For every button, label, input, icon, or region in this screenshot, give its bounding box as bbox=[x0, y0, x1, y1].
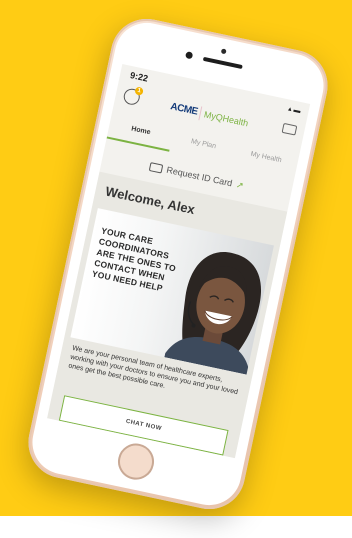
sensor-icon bbox=[184, 51, 194, 60]
notification-badge: 1 bbox=[134, 86, 144, 96]
status-time: 9:22 bbox=[129, 70, 149, 84]
hero-text: YOUR CARE COORDINATORS ARE THE ONES TO C… bbox=[91, 225, 177, 294]
bottom-white-strip bbox=[0, 516, 352, 538]
arrow-icon: ↗ bbox=[235, 178, 245, 191]
card-icon[interactable] bbox=[281, 122, 298, 136]
request-id-card-label: Request ID Card bbox=[165, 164, 234, 189]
front-camera-icon bbox=[220, 48, 227, 55]
brand-subtitle: MyQHealth bbox=[203, 109, 250, 129]
brand-name: ACME bbox=[169, 101, 199, 118]
status-icons: ▴ ▬ bbox=[287, 105, 302, 116]
speaker-grille bbox=[202, 56, 243, 70]
home-button[interactable] bbox=[114, 440, 158, 483]
id-card-icon bbox=[149, 161, 164, 174]
content-card: Welcome, Alex YOUR CARE COORDINATORS ARE… bbox=[47, 171, 288, 459]
